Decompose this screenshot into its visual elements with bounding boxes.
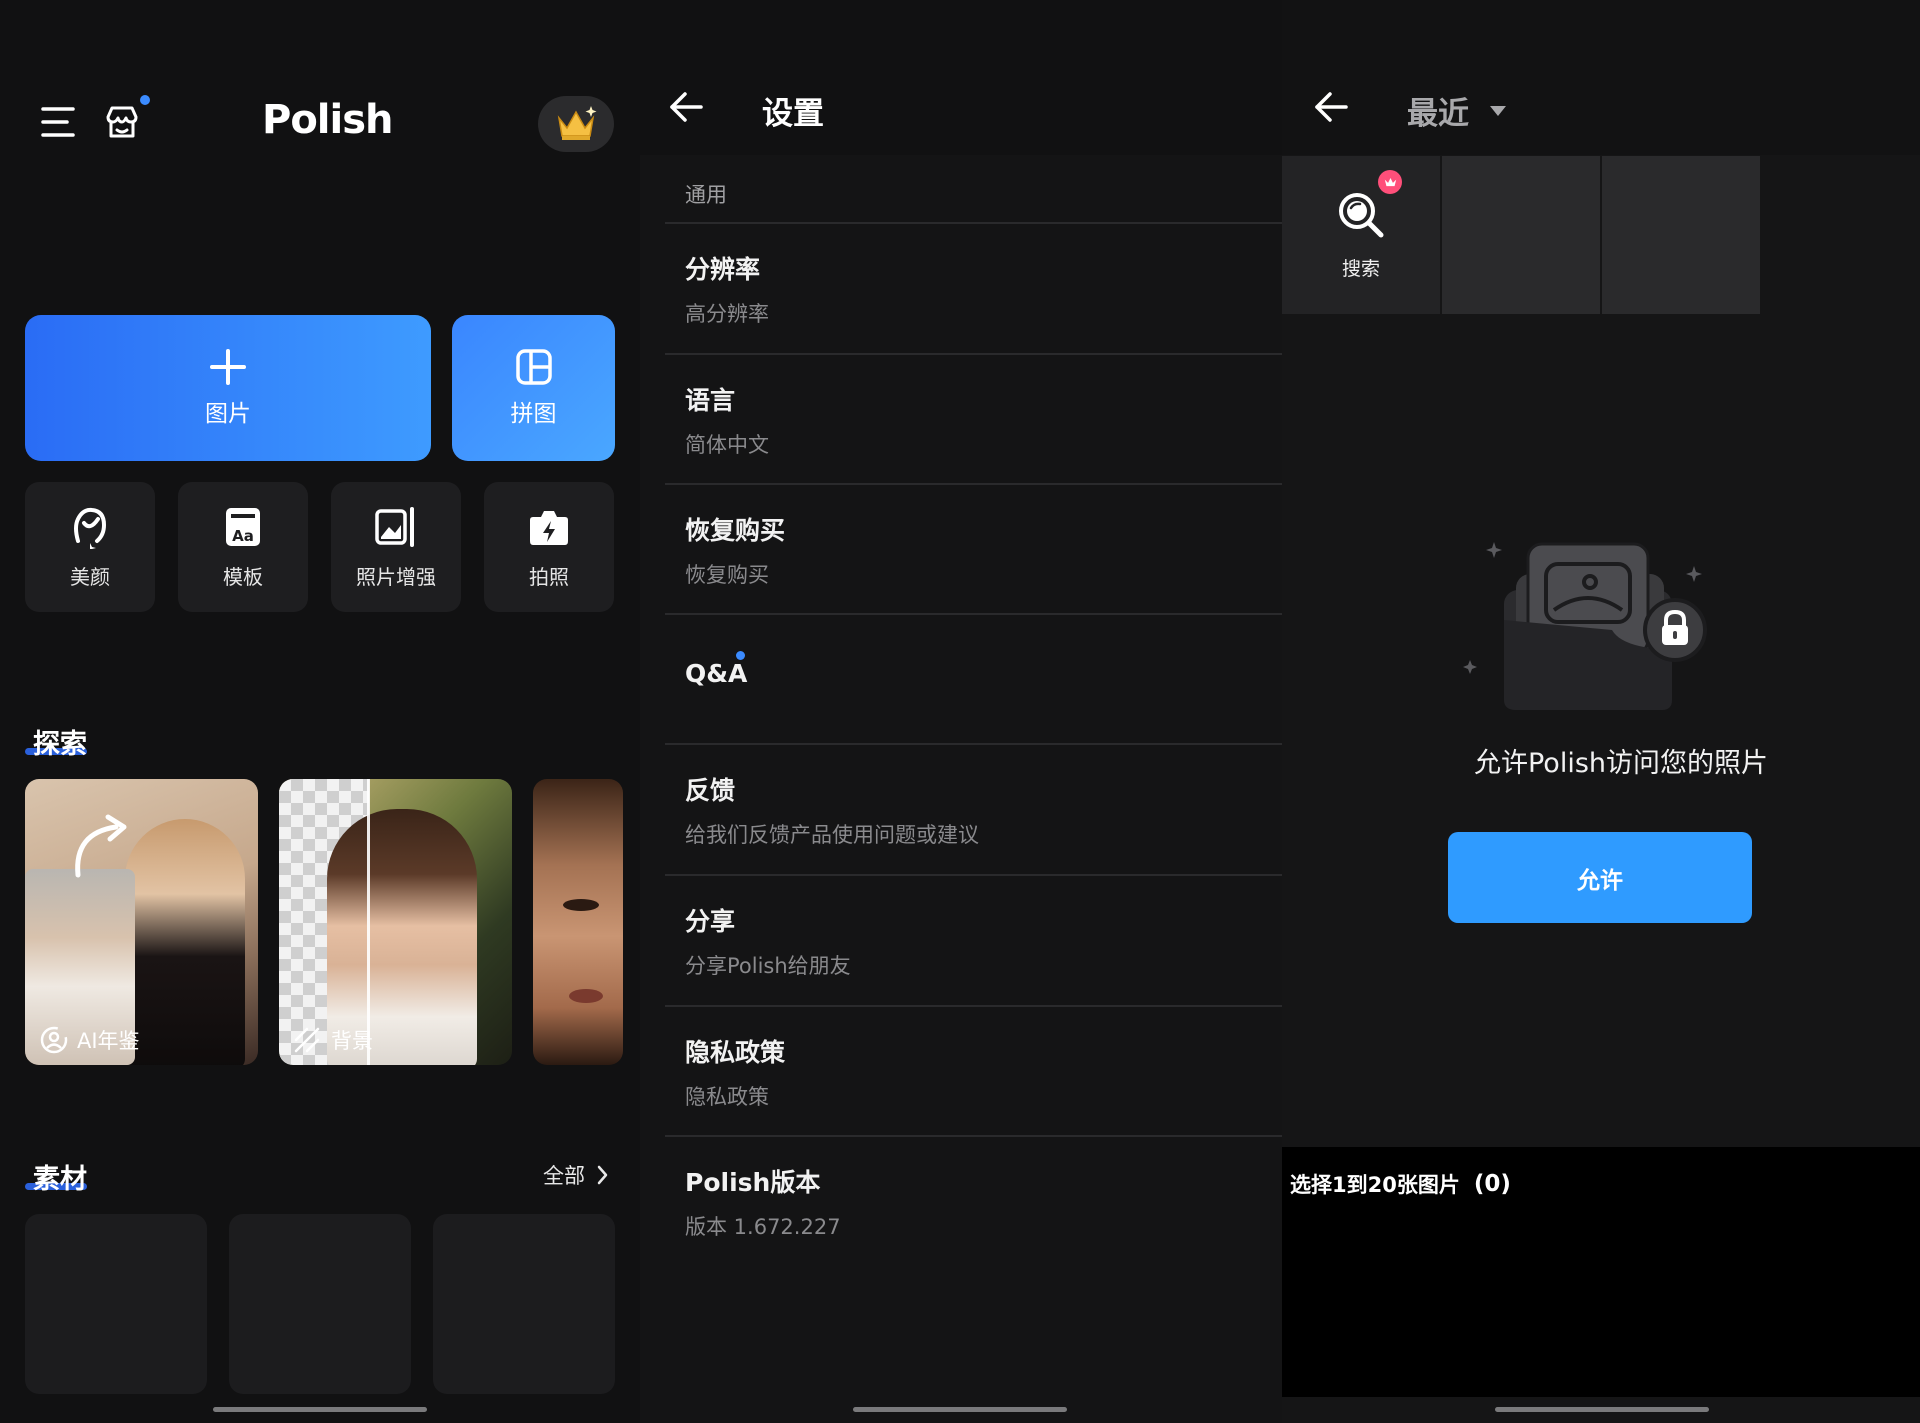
portrait-lips — [569, 989, 603, 1003]
row-subtitle: 隐私政策 — [685, 1085, 769, 1109]
split-line — [367, 779, 370, 1065]
row-title: 反馈 — [685, 776, 736, 805]
group-general-label: 通用 — [685, 183, 727, 207]
chevron-right-icon — [595, 1164, 609, 1186]
home-indicator — [213, 1407, 427, 1412]
photo-button[interactable]: 图片 — [25, 315, 431, 461]
tool-camera-label: 拍照 — [529, 564, 569, 589]
collage-button[interactable]: 拼图 — [452, 315, 615, 461]
notification-dot — [140, 95, 150, 105]
menu-icon[interactable] — [40, 103, 76, 141]
materials-see-all[interactable]: 全部 — [543, 1160, 609, 1190]
photo-picker-screen: 最近 搜索 允许Polish访问您的照片 允许 选择1到20张图片 (0) — [1282, 0, 1920, 1423]
locked-gallery-icon — [1462, 530, 1732, 710]
crown-icon — [553, 104, 599, 144]
back-arrow-icon[interactable] — [1313, 90, 1349, 124]
tool-template[interactable]: Aa 模板 — [178, 482, 308, 612]
settings-row-restore-purchase[interactable]: 恢复购买 恢复购买 — [665, 485, 1282, 613]
row-title: Q&A — [685, 659, 748, 688]
caret-down-icon — [1489, 104, 1507, 118]
row-title: 分享 — [685, 907, 736, 936]
home-indicator — [1495, 1407, 1709, 1412]
picker-header — [1282, 0, 1920, 155]
settings-title: 设置 — [762, 96, 824, 132]
template-icon: Aa — [223, 505, 263, 549]
selection-info: 选择1到20张图片 (0) — [1290, 1169, 1511, 1199]
tool-beauty[interactable]: 美颜 — [25, 482, 155, 612]
collage-button-label: 拼图 — [510, 401, 557, 427]
explore-card-tag: 背景 — [293, 1025, 373, 1055]
photo-tile-placeholder[interactable] — [1602, 156, 1760, 314]
tool-camera[interactable]: 拍照 — [484, 482, 614, 612]
explore-card-label: AI年鉴 — [77, 1029, 140, 1053]
tool-enhance-label: 照片增强 — [356, 564, 436, 589]
row-subtitle: 给我们反馈产品使用问题或建议 — [685, 823, 979, 847]
row-subtitle: 简体中文 — [685, 433, 769, 457]
explore-card-tag: AI年鉴 — [39, 1025, 140, 1055]
tool-enhance[interactable]: 照片增强 — [331, 482, 461, 612]
row-title: 分辨率 — [685, 255, 761, 284]
face-retouch-icon — [70, 505, 110, 549]
portrait-eye — [563, 899, 599, 911]
photo-tile-placeholder[interactable] — [1442, 156, 1600, 314]
material-item[interactable] — [25, 1214, 207, 1394]
settings-row-language[interactable]: 语言 简体中文 — [665, 355, 1282, 483]
material-item[interactable] — [433, 1214, 615, 1394]
selection-sheet: 选择1到20张图片 (0) — [1282, 1147, 1920, 1397]
app-title: Polish — [262, 97, 394, 143]
yearbook-portrait — [125, 819, 245, 1065]
explore-card-portrait[interactable] — [533, 779, 623, 1065]
row-title: 隐私政策 — [685, 1038, 786, 1067]
settings-row-share[interactable]: 分享 分享Polish给朋友 — [665, 876, 1282, 1004]
new-badge-dot — [736, 651, 745, 660]
materials-title: 素材 — [33, 1164, 87, 1195]
selection-count: (0) — [1473, 1171, 1511, 1197]
background-icon — [293, 1026, 321, 1054]
row-title: 恢复购买 — [685, 516, 786, 545]
settings-row-qa[interactable]: Q&A — [665, 615, 1282, 743]
premium-button[interactable] — [538, 96, 614, 152]
settings-row-privacy[interactable]: 隐私政策 隐私政策 — [665, 1007, 1282, 1135]
explore-title: 探索 — [33, 729, 87, 760]
permission-message: 允许Polish访问您的照片 — [1473, 748, 1769, 779]
materials-all-label: 全部 — [543, 1164, 585, 1188]
material-item[interactable] — [229, 1214, 411, 1394]
explore-card-ai-yearbook[interactable]: AI年鉴 — [25, 779, 258, 1065]
explore-card-background[interactable]: 背景 — [279, 779, 512, 1065]
settings-screen: 设置 通用 分辨率 高分辨率 语言 简体中文 恢复购买 恢复购买 Q&A 反馈 … — [640, 0, 1282, 1423]
row-title: 语言 — [685, 386, 736, 415]
row-subtitle: 版本 1.672.227 — [685, 1215, 841, 1239]
svg-text:Aa: Aa — [232, 527, 254, 545]
search-icon — [1336, 190, 1386, 240]
plus-icon — [209, 348, 247, 386]
album-selector[interactable]: 最近 — [1407, 88, 1507, 133]
settings-row-resolution[interactable]: 分辨率 高分辨率 — [665, 224, 1282, 352]
ai-face-icon — [39, 1025, 69, 1055]
row-subtitle: 分享Polish给朋友 — [685, 954, 851, 978]
camera-icon — [528, 505, 570, 549]
home-screen: Polish 图片 拼图 美颜 Aa 模板 照片增强 拍照 探索 AI年鉴 背景… — [0, 0, 640, 1423]
tool-beauty-label: 美颜 — [70, 564, 110, 589]
collage-icon — [515, 348, 553, 386]
row-subtitle: 恢复购买 — [685, 563, 769, 587]
search-label: 搜索 — [1341, 257, 1380, 280]
row-subtitle: 高分辨率 — [685, 302, 769, 326]
search-tile[interactable]: 搜索 — [1282, 156, 1440, 314]
selection-text: 选择1到20张图片 — [1290, 1173, 1460, 1197]
album-title: 最近 — [1407, 96, 1469, 132]
store-icon[interactable] — [103, 103, 141, 141]
explore-card-label: 背景 — [331, 1029, 373, 1053]
photo-button-label: 图片 — [205, 401, 251, 427]
premium-badge-icon — [1378, 170, 1402, 194]
home-indicator — [853, 1407, 1067, 1412]
enhance-icon — [374, 505, 418, 549]
back-arrow-icon[interactable] — [668, 90, 704, 124]
settings-row-feedback[interactable]: 反馈 给我们反馈产品使用问题或建议 — [665, 745, 1282, 873]
settings-row-version[interactable]: Polish版本 版本 1.672.227 — [665, 1137, 1282, 1265]
allow-button[interactable]: 允许 — [1448, 832, 1752, 923]
curved-arrow-icon — [70, 809, 140, 879]
settings-header — [640, 0, 1282, 155]
row-title: Polish版本 — [685, 1168, 821, 1197]
tool-template-label: 模板 — [223, 564, 263, 589]
